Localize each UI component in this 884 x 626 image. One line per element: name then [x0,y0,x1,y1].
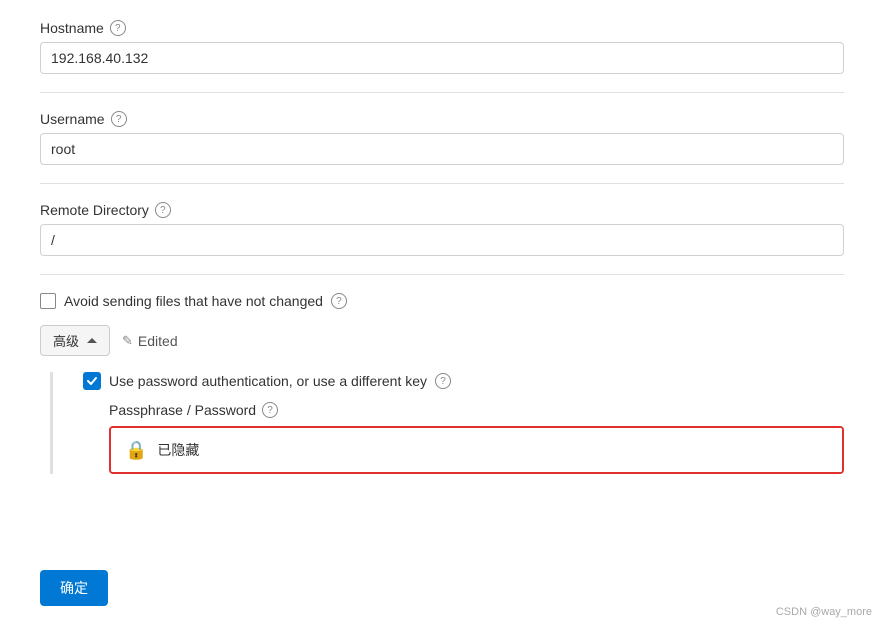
avoid-sending-row: Avoid sending files that have not change… [40,293,844,309]
remote-dir-label: Remote Directory [40,202,149,218]
username-label: Username [40,111,105,127]
advanced-row: 高级 ✎ Edited [40,325,844,356]
edited-text: Edited [138,333,178,349]
hostname-input[interactable] [40,42,844,74]
divider-2 [40,183,844,184]
passphrase-label-row: Passphrase / Password ? [83,402,844,418]
remote-dir-input[interactable] [40,224,844,256]
confirm-label: 确定 [60,580,88,596]
password-field-inner[interactable]: 🔒 已隐藏 [111,428,842,472]
sub-section: Use password authentication, or use a di… [50,372,844,474]
form-container: Hostname ? Username ? Remote Directory ?… [0,0,884,494]
hidden-text: 已隐藏 [157,440,199,460]
remote-dir-label-row: Remote Directory ? [40,202,844,218]
username-group: Username ? [40,111,844,165]
avoid-sending-checkbox[interactable] [40,293,56,309]
use-password-checkbox[interactable] [83,372,101,390]
divider-3 [40,274,844,275]
advanced-button[interactable]: 高级 [40,325,110,356]
edited-indicator: ✎ Edited [122,333,178,349]
lock-icon: 🔒 [125,440,147,461]
hostname-label: Hostname [40,20,104,36]
username-help-icon[interactable]: ? [111,111,127,127]
hostname-label-row: Hostname ? [40,20,844,36]
advanced-label: 高级 [53,331,79,350]
confirm-button[interactable]: 确定 [40,570,108,606]
use-password-label: Use password authentication, or use a di… [109,373,427,389]
avoid-sending-label: Avoid sending files that have not change… [64,293,323,309]
username-label-row: Username ? [40,111,844,127]
username-input[interactable] [40,133,844,165]
password-field-wrapper: 🔒 已隐藏 [109,426,844,474]
avoid-sending-help-icon[interactable]: ? [331,293,347,309]
passphrase-label: Passphrase / Password [109,402,256,418]
edit-icon: ✎ [122,333,133,349]
hostname-help-icon[interactable]: ? [110,20,126,36]
divider-1 [40,92,844,93]
remote-dir-help-icon[interactable]: ? [155,202,171,218]
watermark: CSDN @way_more [776,606,872,618]
chevron-up-icon [87,338,97,343]
remote-dir-group: Remote Directory ? [40,202,844,256]
hostname-group: Hostname ? [40,20,844,74]
use-password-help-icon[interactable]: ? [435,373,451,389]
use-password-row: Use password authentication, or use a di… [83,372,844,390]
passphrase-help-icon[interactable]: ? [262,402,278,418]
